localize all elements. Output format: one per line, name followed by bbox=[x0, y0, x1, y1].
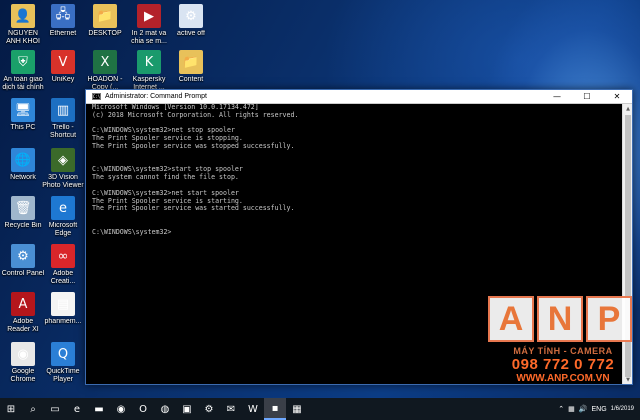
watermark-letter-n: N bbox=[537, 296, 583, 342]
network-globe-icon: 🌐 bbox=[11, 148, 35, 172]
desktop-icon[interactable]: ▤ phanmem... bbox=[40, 292, 86, 326]
desktop-icon[interactable]: ▥ Trello - Shortcut bbox=[40, 98, 86, 140]
user-folder-icon: 👤 bbox=[11, 4, 35, 28]
console-line: The system cannot find the file stop. bbox=[92, 173, 239, 182]
taskbar-command-prompt[interactable]: ▪ bbox=[264, 398, 286, 420]
adobe-reader-icon: A bbox=[11, 292, 35, 316]
shield-app-icon: ⛨ bbox=[11, 50, 35, 74]
this-pc-icon: 🖥 bbox=[11, 98, 35, 122]
language-indicator[interactable]: ENG bbox=[591, 406, 606, 413]
taskbar: ⊞ ⌕ ▭ e ▬ ◉ O ◍ ▣ ⚙ ✉ W ▪ ▦ ⌃ ▦ 🔊 ENG 1/6/2019 bbox=[0, 398, 640, 420]
edge-icon: e bbox=[51, 196, 75, 220]
desktop-icon-label: Content bbox=[178, 76, 204, 83]
taskbar-word[interactable]: W bbox=[242, 398, 264, 420]
taskbar-chrome[interactable]: ◉ bbox=[110, 398, 132, 420]
desktop-icon[interactable]: K Kaspersky Internet ... bbox=[126, 50, 172, 92]
desktop-icon[interactable]: ⚙ active off bbox=[168, 4, 214, 38]
taskbar-store[interactable]: ▣ bbox=[176, 398, 198, 420]
desktop-icon-label: Ethernet bbox=[49, 30, 77, 37]
desktop-icon-label: QuickTime Player bbox=[46, 368, 80, 383]
scroll-up-arrow-icon[interactable]: ▲ bbox=[623, 104, 633, 113]
desktop: 👤 NGUYEN ANH KHOI 🖧 Ethernet 📁 DESKTOP ▶ In 2 m… bbox=[0, 0, 640, 398]
desktop-icon-label: 3D Vision Photo Viewer bbox=[42, 174, 84, 189]
unikey-icon: V bbox=[51, 50, 75, 74]
close-button[interactable]: ✕ bbox=[602, 90, 632, 104]
desktop-icon[interactable]: 🖧 Ethernet bbox=[40, 4, 86, 38]
taskbar-items: ⊞ ⌕ ▭ e ▬ ◉ O ◍ ▣ ⚙ ✉ W ▪ ▦ bbox=[0, 398, 308, 420]
quicktime-icon: Q bbox=[51, 342, 75, 366]
watermark-tagline: MÁY TÍNH - CAMERA bbox=[513, 346, 613, 356]
desktop-icon[interactable]: ◈ 3D Vision Photo Viewer bbox=[40, 148, 86, 190]
command-prompt-icon: C:\ bbox=[92, 93, 101, 100]
adobe-creative-cloud-icon: ∞ bbox=[51, 244, 75, 268]
desktop-icon[interactable]: V UniKey bbox=[40, 50, 86, 84]
console-line: The Print Spooler service was stopped su… bbox=[92, 141, 295, 150]
recycle-bin-icon: 🗑 bbox=[11, 196, 35, 220]
desktop-icon-label: In 2 mat va chia se m... bbox=[131, 30, 167, 45]
clock-date: 1/6/2019 bbox=[610, 406, 634, 412]
trello-icon: ▥ bbox=[51, 98, 75, 122]
minimize-button[interactable]: — bbox=[542, 90, 572, 104]
chrome-icon: ◉ bbox=[11, 342, 35, 366]
console-line: C:\WINDOWS\system32> bbox=[92, 227, 172, 236]
desktop-icon[interactable]: 📁 Content bbox=[168, 50, 214, 84]
taskbar-settings[interactable]: ⚙ bbox=[198, 398, 220, 420]
desktop-icon[interactable]: ▶ In 2 mat va chia se m... bbox=[126, 4, 172, 46]
search-button[interactable]: ⌕ bbox=[22, 398, 44, 420]
maximize-button[interactable]: ☐ bbox=[572, 90, 602, 104]
chevron-up-icon[interactable]: ⌃ bbox=[558, 405, 564, 413]
taskbar-network-app[interactable]: ▦ bbox=[286, 398, 308, 420]
task-view-button[interactable]: ▭ bbox=[44, 398, 66, 420]
desktop-icon-label: Microsoft Edge bbox=[48, 222, 78, 237]
desktop-icon-label: phanmem... bbox=[44, 318, 82, 325]
taskbar-opera[interactable]: O bbox=[132, 398, 154, 420]
shortcut-icon: ⚙ bbox=[179, 4, 203, 28]
desktop-icon-label: Adobe Creati... bbox=[50, 270, 76, 285]
taskbar-firefox[interactable]: ◍ bbox=[154, 398, 176, 420]
cmd-title-bar[interactable]: C:\ Administrator: Command Prompt — ☐ ✕ bbox=[86, 90, 632, 104]
kaspersky-icon: K bbox=[137, 50, 161, 74]
desktop-icon[interactable]: e Microsoft Edge bbox=[40, 196, 86, 238]
taskbar-file-explorer[interactable]: ▬ bbox=[88, 398, 110, 420]
excel-file-icon: X bbox=[93, 50, 117, 74]
desktop-icon[interactable]: Q QuickTime Player bbox=[40, 342, 86, 384]
desktop-icon-label: UniKey bbox=[51, 76, 75, 83]
anp-watermark: A N P MÁY TÍNH - CAMERA 098 772 0 772 WW… bbox=[488, 296, 638, 398]
video-thumbnail-icon: ▶ bbox=[137, 4, 161, 28]
desktop-icon-label: active off bbox=[177, 30, 205, 37]
cmd-window-title: Administrator: Command Prompt bbox=[105, 93, 207, 100]
desktop-icon-label: DESKTOP bbox=[88, 30, 122, 37]
nvidia-3d-vision-icon: ◈ bbox=[51, 148, 75, 172]
watermark-website: WWW.ANP.COM.VN bbox=[516, 373, 610, 384]
desktop-icon[interactable]: 📁 DESKTOP bbox=[82, 4, 128, 38]
watermark-letter-a: A bbox=[488, 296, 534, 342]
folder-icon: 📁 bbox=[179, 50, 203, 74]
console-line: (c) 2018 Microsoft Corporation. All righ… bbox=[92, 110, 299, 119]
desktop-icon[interactable]: ∞ Adobe Creati... bbox=[40, 244, 86, 286]
desktop-icon-label: Trello - Shortcut bbox=[49, 124, 77, 139]
start-button[interactable]: ⊞ bbox=[0, 398, 22, 420]
desktop-icon[interactable]: X HOADON - Copy (... bbox=[82, 50, 128, 92]
folder-icon: 📁 bbox=[93, 4, 117, 28]
control-panel-icon: ⚙ bbox=[11, 244, 35, 268]
watermark-phone: 098 772 0 772 bbox=[511, 356, 615, 373]
taskbar-edge[interactable]: e bbox=[66, 398, 88, 420]
network-tray-icon[interactable]: ▦ bbox=[568, 405, 575, 413]
watermark-letter-p: P bbox=[586, 296, 632, 342]
volume-icon[interactable]: 🔊 bbox=[579, 405, 588, 413]
console-line: The Print Spooler service was started su… bbox=[92, 204, 295, 213]
network-icon: 🖧 bbox=[51, 4, 75, 28]
clock[interactable]: 1/6/2019 bbox=[611, 405, 634, 413]
system-tray: ⌃ ▦ 🔊 ENG 1/6/2019 bbox=[558, 398, 634, 420]
document-file-icon: ▤ bbox=[51, 292, 75, 316]
taskbar-mail[interactable]: ✉ bbox=[220, 398, 242, 420]
